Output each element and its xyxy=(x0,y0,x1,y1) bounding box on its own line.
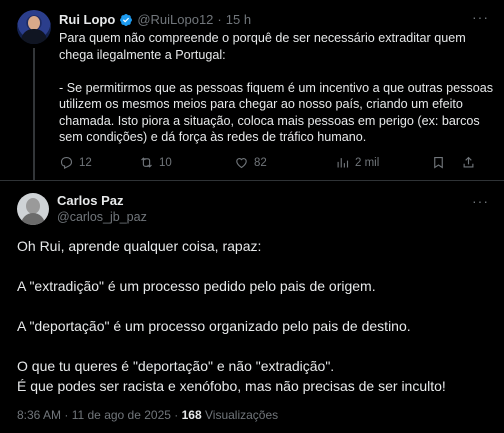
more-icon[interactable]: ··· xyxy=(472,9,489,25)
divider xyxy=(0,180,504,181)
author-name[interactable]: Rui Lopo xyxy=(59,12,115,27)
views-count: 2 mil xyxy=(355,156,380,169)
repost-icon xyxy=(141,157,152,168)
more-icon[interactable]: ··· xyxy=(472,193,489,209)
verified-badge-icon xyxy=(120,13,133,26)
repost-button[interactable]: 10 xyxy=(139,155,172,170)
tweet-header: Rui Lopo @RuiLopo12 · 15 h xyxy=(59,12,251,27)
tweet-timestamp[interactable]: 15 h xyxy=(226,12,251,27)
avatar[interactable] xyxy=(17,10,51,44)
author-handle[interactable]: @RuiLopo12 xyxy=(137,12,213,27)
meta-separator: · xyxy=(174,408,179,422)
avatar-suit xyxy=(21,29,47,44)
avatar-shoulders xyxy=(21,213,45,225)
avatar[interactable] xyxy=(17,193,49,225)
author-handle[interactable]: @carlos_jb_paz xyxy=(57,210,147,224)
views-label: Visualizações xyxy=(205,408,279,422)
tweet-time[interactable]: 8:36 AM xyxy=(17,408,61,422)
author-name[interactable]: Carlos Paz xyxy=(57,193,123,208)
views-count: 168 xyxy=(181,408,202,422)
parent-tweet[interactable]: Rui Lopo @RuiLopo12 · 15 h ··· Para quem… xyxy=(0,0,504,180)
share-icon xyxy=(463,156,474,168)
tweet-meta: 8:36 AM · 11 de ago de 2025 · 168 Visual… xyxy=(17,408,278,422)
header-separator: · xyxy=(217,12,222,27)
meta-separator: · xyxy=(64,408,69,422)
tweet-date[interactable]: 11 de ago de 2025 xyxy=(72,408,171,422)
action-bar: 12 10 82 2 mil xyxy=(59,155,495,171)
tweet-text: Para quem não compreende o porquê de ser… xyxy=(59,31,494,144)
reply-icon xyxy=(60,156,73,170)
focused-tweet: Carlos Paz @carlos_jb_paz ··· Oh Rui, ap… xyxy=(0,182,504,433)
like-icon xyxy=(236,158,247,169)
like-button[interactable]: 82 xyxy=(234,155,267,170)
reply-button[interactable]: 12 xyxy=(59,155,92,170)
bookmark-icon xyxy=(434,156,443,169)
avatar-face xyxy=(26,198,40,214)
repost-count: 10 xyxy=(159,156,172,169)
tweet-text: Oh Rui, aprende qualquer coisa, rapaz: A… xyxy=(17,238,446,394)
share-button[interactable] xyxy=(461,155,476,170)
avatar-face xyxy=(28,16,40,30)
reply-count: 12 xyxy=(79,156,92,169)
bookmark-button[interactable] xyxy=(431,155,446,170)
views-icon xyxy=(337,158,349,168)
views-button[interactable]: 2 mil xyxy=(335,155,379,170)
thread-connector-line xyxy=(33,48,35,180)
like-count: 82 xyxy=(254,156,267,169)
